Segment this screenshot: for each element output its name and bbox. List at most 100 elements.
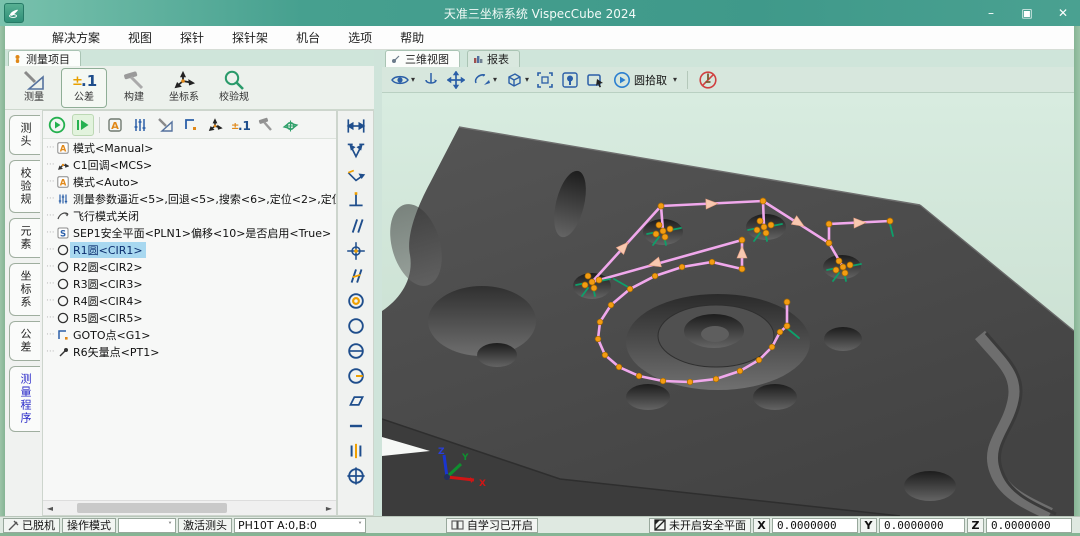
parallelism-icon[interactable] — [345, 215, 367, 237]
run-icon[interactable] — [47, 115, 67, 135]
minimize-button[interactable]: – — [984, 6, 998, 20]
tree-item-label: 飞行模式关闭 — [70, 208, 142, 224]
angle-between-icon[interactable] — [345, 140, 367, 162]
tree-item-label: R2圆<CIR2> — [70, 259, 146, 275]
circularity-icon[interactable] — [345, 315, 367, 337]
scrollbar-thumb[interactable] — [77, 503, 227, 513]
orbit-icon[interactable]: ▾ — [472, 71, 497, 89]
straightness-icon[interactable] — [345, 415, 367, 437]
menu-item-5[interactable]: 选项 — [334, 29, 386, 46]
tree-item-9[interactable]: ···R4圆<CIR4> — [43, 292, 336, 309]
tab-measurement-project[interactable]: 测量项目 — [8, 50, 81, 67]
goto-icon[interactable] — [180, 115, 200, 135]
side-tab-0[interactable]: 测头 — [9, 115, 40, 155]
3d-viewport[interactable]: Z Y X — [382, 93, 1074, 516]
ribbon-button-gauge[interactable]: 校验规 — [211, 68, 257, 108]
csys-icon[interactable] — [205, 115, 225, 135]
safety-plane-status: 未开启安全平面 — [649, 518, 751, 533]
tree-item-10[interactable]: ···R5圆<CIR5> — [43, 309, 336, 326]
panel-splitter[interactable] — [374, 50, 382, 516]
tree-item-7[interactable]: ··· R2圆<CIR2> — [43, 258, 336, 275]
tab-label: 报表 — [487, 51, 509, 67]
measure-icon[interactable] — [155, 115, 175, 135]
tree-item-2[interactable]: ···A模式<Auto> — [43, 173, 336, 190]
tree-item-5[interactable]: ···SSEP1安全平面<PLN1>偏移<10>是否启用<True> — [43, 224, 336, 241]
menu-item-2[interactable]: 探针 — [166, 29, 218, 46]
scroll-left-arrow[interactable]: ◄ — [43, 504, 57, 513]
central-bore — [626, 294, 810, 390]
svg-text:A: A — [111, 121, 119, 132]
scroll-right-arrow[interactable]: ► — [322, 504, 336, 513]
runout-icon[interactable] — [345, 365, 367, 387]
build-icon[interactable] — [255, 115, 275, 135]
maximize-button[interactable]: ▣ — [1020, 6, 1034, 20]
ribbon-button-build[interactable]: 构建 — [111, 68, 157, 108]
tree-item-label: 测量参数逼近<5>,回退<5>,搜索<6>,定位<2>,定位加<2>,测量 — [70, 191, 336, 207]
symmetry-icon[interactable] — [345, 440, 367, 462]
circle-pick-play-icon[interactable]: 圆拾取▾ — [613, 71, 677, 89]
view-toolbar: ▾ ▾ ▾ 圆拾取▾ — [382, 67, 1074, 93]
cube-icon[interactable]: ▾ — [504, 71, 529, 89]
ribbon-button-tolerance[interactable]: ±.1公差 — [61, 68, 107, 108]
flatness-icon[interactable] — [345, 390, 367, 412]
point-position-icon[interactable] — [345, 240, 367, 262]
close-button[interactable]: ✕ — [1056, 6, 1070, 20]
perpendicularity-icon[interactable] — [345, 190, 367, 212]
concentricity-icon[interactable] — [345, 290, 367, 312]
tree-item-12[interactable]: ···R6矢量点<PT1> — [43, 343, 336, 360]
auto-mode-icon[interactable]: A — [105, 115, 125, 135]
safety-plane-icon[interactable] — [280, 115, 300, 135]
tree-branch-dots: ··· — [46, 194, 56, 204]
side-tab-1[interactable]: 校验规 — [9, 160, 40, 213]
menu-item-0[interactable]: 解决方案 — [38, 29, 114, 46]
tree-branch-dots: ··· — [46, 296, 56, 306]
tree-item-label: R3圆<CIR3> — [70, 276, 146, 292]
tree-branch-dots: ··· — [46, 279, 56, 289]
tree-item-4[interactable]: ···飞行模式关闭 — [43, 207, 336, 224]
tab-label: 测量项目 — [26, 51, 70, 67]
tree-item-11[interactable]: ···GOTO点<G1> — [43, 326, 336, 343]
tree-item-label: R1圆<CIR1> — [70, 242, 146, 258]
ribbon-button-csys[interactable]: 坐标系 — [161, 68, 207, 108]
distance-icon[interactable] — [345, 115, 367, 137]
tree-item-1[interactable]: ···C1回调<MCS> — [43, 156, 336, 173]
tree-item-3[interactable]: ··· 测量参数逼近<5>,回退<5>,搜索<6>,定位<2>,定位加<2>,测量 — [43, 190, 336, 207]
parameters-icon[interactable] — [130, 115, 150, 135]
op-mode-dropdown[interactable]: ˅ — [118, 518, 176, 533]
tree-item-8[interactable]: ··· R3圆<CIR3> — [43, 275, 336, 292]
tolerance-icon: ±.1 — [71, 69, 97, 91]
side-tab-5[interactable]: 测量程序 — [9, 366, 40, 432]
tree-item-0[interactable]: ···A模式<Manual> — [43, 139, 336, 156]
fit-icon[interactable] — [536, 71, 554, 89]
ribbon-button-measure[interactable]: 测量 — [11, 68, 57, 108]
tab-report[interactable]: 报表 — [467, 50, 520, 67]
pin-icon[interactable] — [561, 71, 579, 89]
tolerance-icon[interactable]: ±.1 — [230, 115, 250, 135]
side-tab-4[interactable]: 公差 — [9, 321, 40, 361]
side-tab-3[interactable]: 坐标系 — [9, 263, 40, 316]
menu-item-1[interactable]: 视图 — [114, 29, 166, 46]
tree-branch-dots: ··· — [46, 177, 56, 187]
select-box-icon[interactable] — [586, 71, 606, 89]
pan-icon[interactable] — [447, 71, 465, 89]
menu-item-6[interactable]: 帮助 — [386, 29, 438, 46]
tab-3d-view[interactable]: 三维视图 — [385, 50, 460, 67]
step-run-icon[interactable] — [72, 114, 94, 136]
csys-icon — [172, 69, 196, 91]
menu-item-3[interactable]: 探针架 — [218, 29, 282, 46]
tree-item-6[interactable]: ···R1圆<CIR1> — [43, 241, 336, 258]
tree-item-label: 模式<Manual> — [70, 140, 156, 156]
probe-dropdown[interactable]: PH10T A:0,B:0˅ — [234, 518, 366, 533]
tree-horizontal-scrollbar[interactable]: ◄ ► — [43, 500, 336, 515]
no-probe-icon[interactable] — [698, 70, 718, 90]
true-position-icon[interactable] — [345, 465, 367, 487]
rotate-icon[interactable] — [422, 71, 440, 89]
angularity-icon[interactable] — [345, 265, 367, 287]
side-tab-2[interactable]: 元素 — [9, 218, 40, 258]
eye-icon[interactable]: ▾ — [390, 71, 415, 89]
toolbar-separator — [99, 117, 100, 133]
tree-branch-dots: ··· — [46, 262, 56, 272]
menu-item-4[interactable]: 机台 — [282, 29, 334, 46]
angle-icon[interactable] — [345, 165, 367, 187]
cylindricity-icon[interactable] — [345, 340, 367, 362]
